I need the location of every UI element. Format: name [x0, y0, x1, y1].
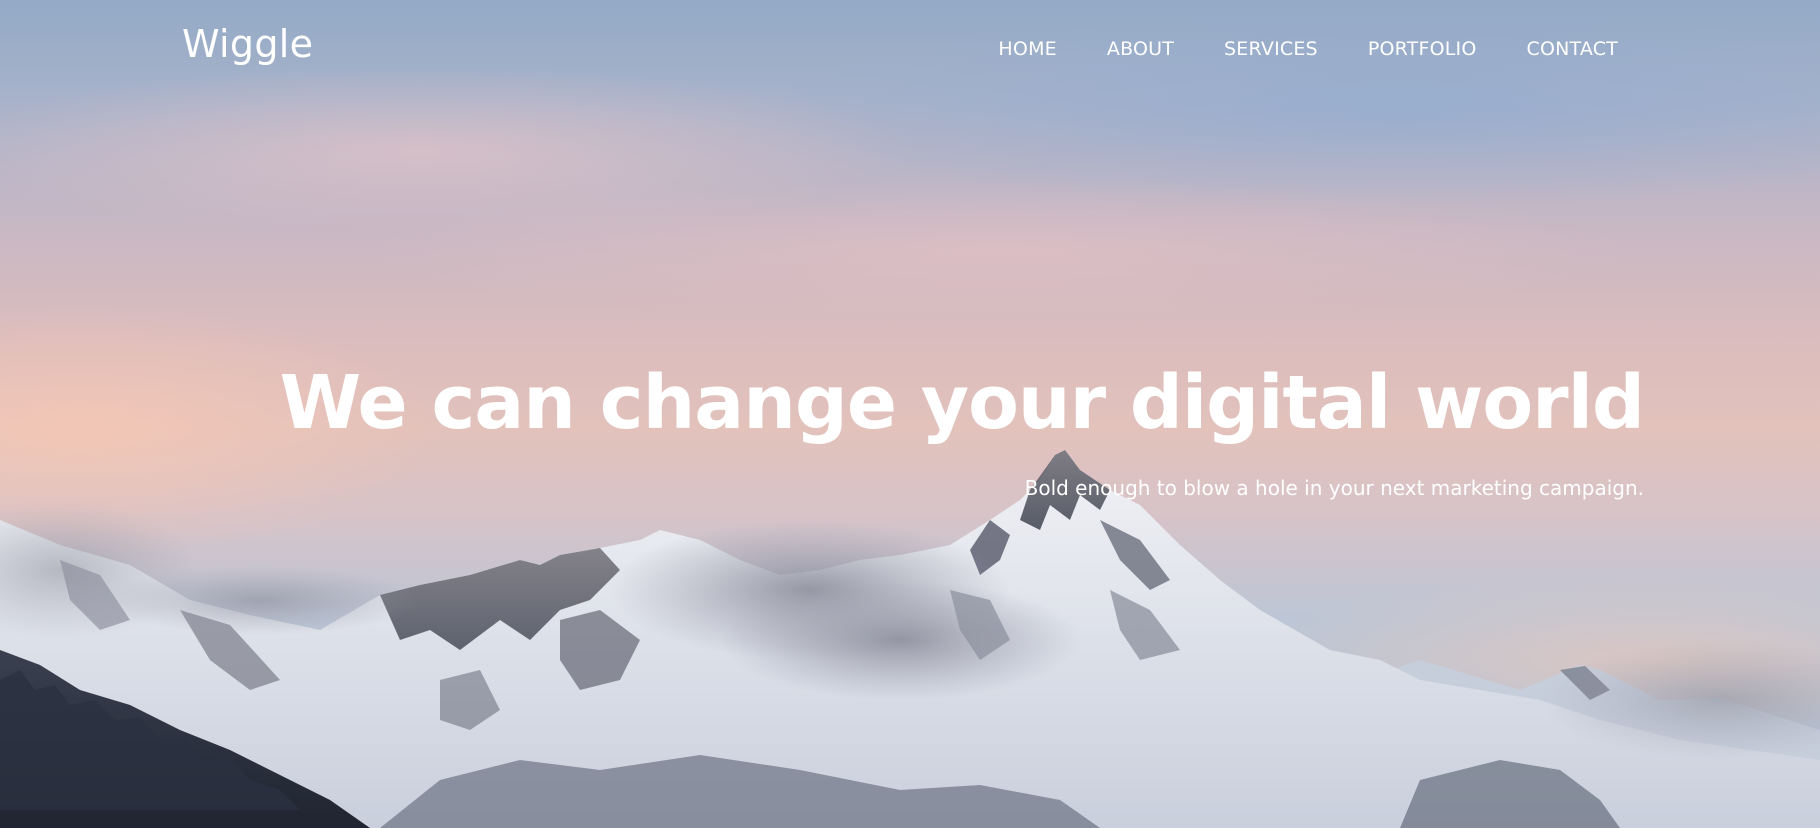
nav-menu: HOME ABOUT SERVICES PORTFOLIO CONTACT [998, 38, 1618, 60]
hero-section: Wiggle HOME ABOUT SERVICES PORTFOLIO CON… [0, 0, 1820, 828]
nav-item-home[interactable]: HOME [998, 38, 1056, 60]
nav-item-about[interactable]: ABOUT [1107, 38, 1174, 60]
brand-logo[interactable]: Wiggle [182, 22, 313, 66]
hero-headline: We can change your digital world [279, 360, 1645, 446]
hero-subheadline: Bold enough to blow a hole in your next … [1024, 476, 1644, 500]
top-navbar: Wiggle HOME ABOUT SERVICES PORTFOLIO CON… [0, 0, 1820, 100]
nav-item-contact[interactable]: CONTACT [1526, 38, 1618, 60]
nav-item-services[interactable]: SERVICES [1224, 38, 1318, 60]
nav-item-portfolio[interactable]: PORTFOLIO [1368, 38, 1477, 60]
